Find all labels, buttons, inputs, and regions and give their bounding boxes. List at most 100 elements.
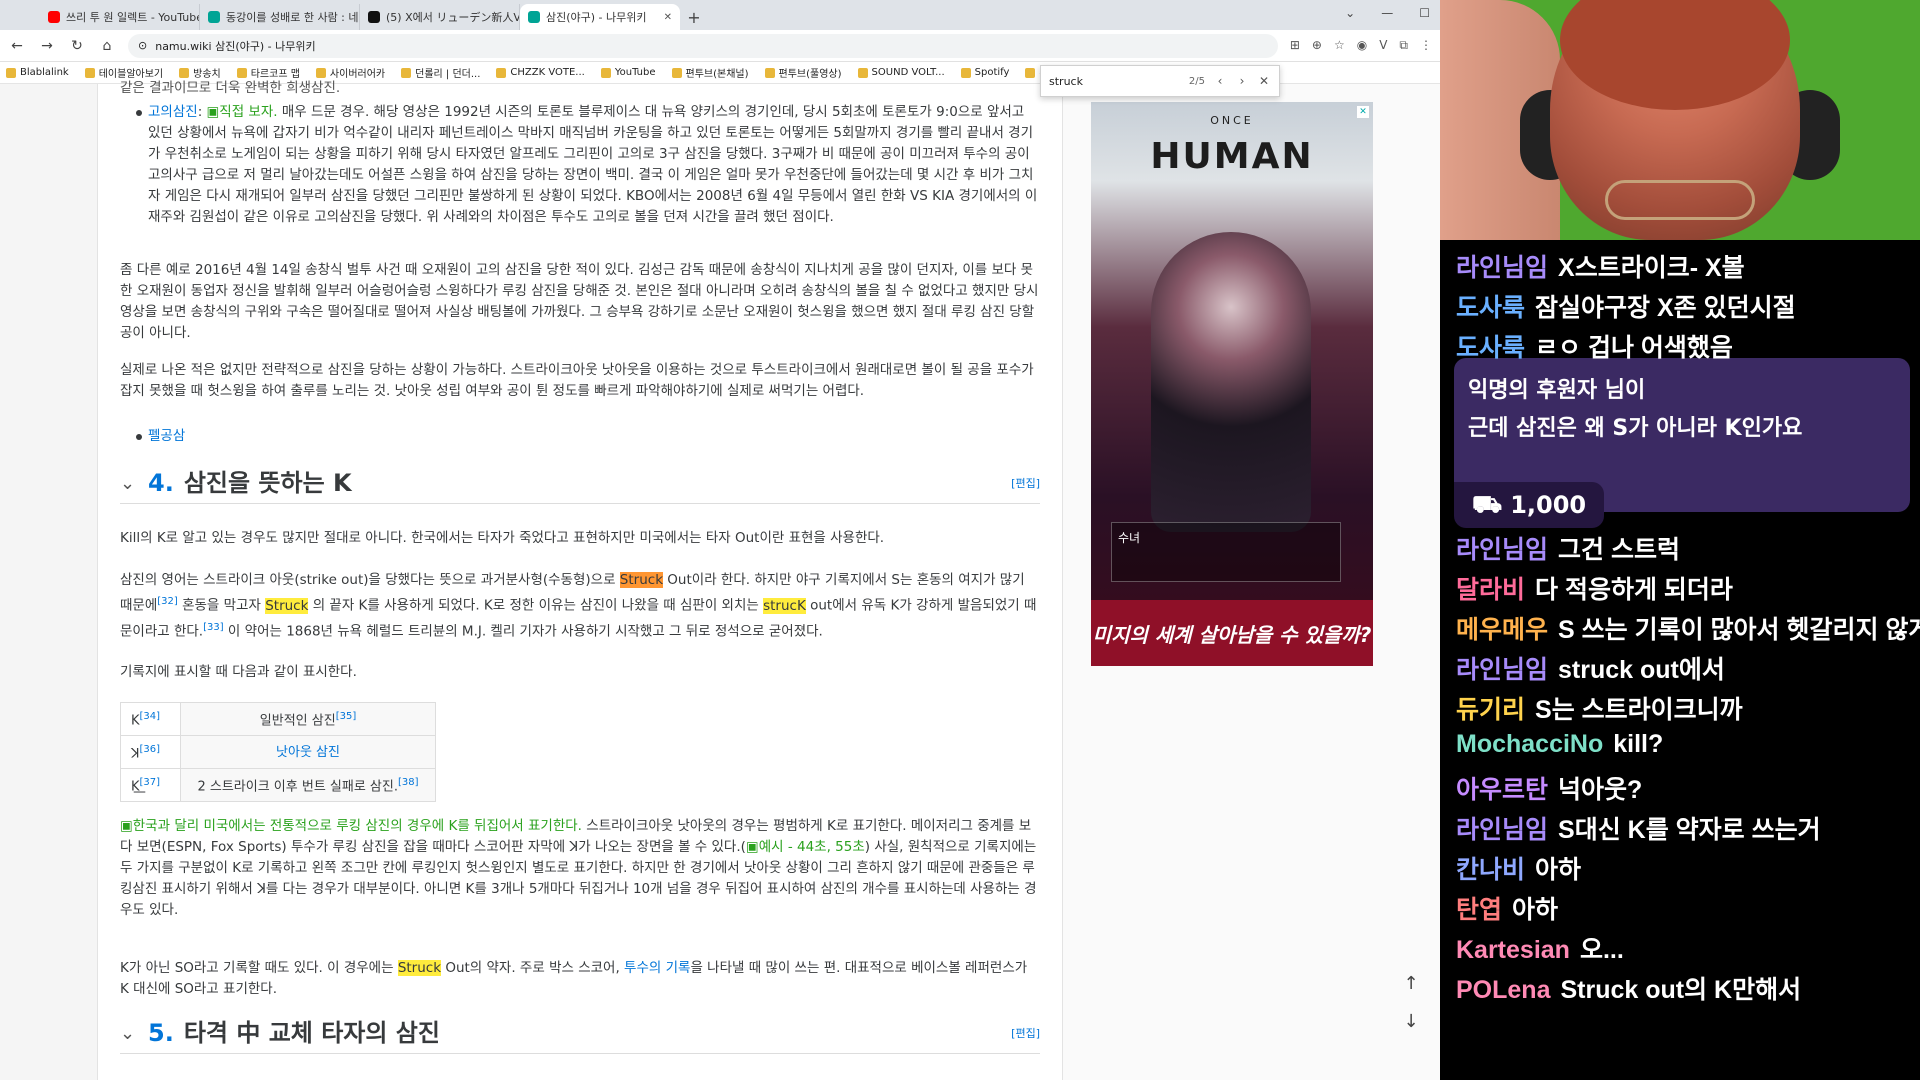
section-number[interactable]: 5. (148, 1021, 174, 1045)
chat-nickname[interactable]: MochacciNo (1456, 730, 1603, 758)
tab-x[interactable]: (5) X에서 リューデン新人Vtuber✕ (360, 4, 520, 30)
menu-icon[interactable]: ⋮ (1420, 38, 1432, 53)
section-number[interactable]: 4. (148, 471, 174, 495)
folder-icon (1025, 67, 1036, 78)
paragraph-so: K가 아닌 SO라고 기록할 때도 있다. 이 경우에는 Struck Out의… (120, 960, 1028, 997)
cheese-icon: ⛟ (1472, 489, 1503, 518)
advertisement[interactable]: ✕ ONCE HUMAN 수녀 미지의 세계 살아남을 수 있을까? (1091, 102, 1373, 666)
chat-text: 아하 (1512, 896, 1559, 924)
table-link[interactable]: 낫아웃 삼진 (276, 745, 340, 760)
table-cell-desc: 낫아웃 삼진 (180, 735, 436, 769)
puzzle-icon[interactable]: ⧉ (1399, 38, 1408, 53)
chat-message: 칸나비 아하 (1456, 850, 1581, 886)
maximize-icon[interactable]: ☐ (1419, 6, 1430, 20)
chat-message: 라인님임 그건 스트럭 (1456, 530, 1680, 566)
green-note[interactable]: ▣한국과 달리 미국에서는 전통적으로 루킹 삼진의 경우에 K를 뒤집어서 표… (120, 818, 582, 834)
table-cell-desc: 2 스트라이크 이후 번트 실패로 삼진.[38] (180, 768, 436, 802)
chat-nickname[interactable]: 아우르탄 (1456, 776, 1548, 804)
collapse-chevron-icon[interactable]: ⌄ (120, 1023, 138, 1044)
chat-nickname[interactable]: 라인님임 (1456, 254, 1548, 282)
chat-nickname[interactable]: POLena (1456, 976, 1550, 1004)
find-input[interactable]: struck (1049, 75, 1181, 88)
webcam-feed (1440, 0, 1920, 240)
chat-nickname[interactable]: 도사룩 (1456, 294, 1525, 322)
close-icon[interactable]: ✕ (664, 12, 672, 23)
article: 같은 결과이므로 더욱 완벽한 희생삼진. 고의삼진: ▣직접 보자. 매우 드… (120, 80, 1040, 1080)
chat-nickname[interactable]: 도사룩 (1456, 334, 1525, 362)
right-sidebar: ✕ ONCE HUMAN 수녀 미지의 세계 살아남을 수 있을까? ↑ ↓ (1062, 84, 1440, 1080)
chat-message: 도사룩 ㄹㅇ 겁나 어색했음 (1456, 328, 1733, 364)
forward-icon[interactable]: → (38, 38, 56, 54)
bookmark-item[interactable]: YouTube (600, 67, 656, 78)
chat-text: 잠실야구장 X존 있던시절 (1535, 294, 1796, 322)
section-title: 타격 中 교체 타자의 삼진 (183, 1019, 440, 1047)
footnote-ref[interactable]: [32] (157, 596, 178, 607)
paragraph-text: 매우 드문 경우. 해당 영상은 1992년 시즌의 토론토 블루제이스 대 뉴… (148, 104, 1038, 225)
folder-icon (764, 67, 775, 78)
zoom-icon[interactable]: ⊕ (1312, 38, 1322, 53)
namu-icon (208, 11, 220, 23)
scroll-down-icon[interactable]: ↓ (1398, 1008, 1424, 1034)
edit-link[interactable]: [편집] (1011, 473, 1040, 494)
tab-namu-1[interactable]: 동강이를 성배로 한 사람 : 네이✕ (200, 4, 360, 30)
bullet-link[interactable]: 펠공삼 (148, 426, 448, 447)
find-prev-icon[interactable]: ‹ (1213, 74, 1227, 88)
find-close-icon[interactable]: ✕ (1257, 74, 1271, 88)
home-icon[interactable]: ⌂ (98, 38, 116, 54)
edit-link[interactable]: [편집] (1011, 1023, 1040, 1044)
scroll-up-icon[interactable]: ↑ (1398, 970, 1424, 996)
chat-text: 그건 스트럭 (1558, 536, 1680, 564)
find-count: 2/5 (1188, 75, 1205, 87)
back-icon[interactable]: ← (8, 38, 26, 54)
collapse-chevron-icon[interactable]: ⌄ (120, 473, 138, 494)
minimize-icon[interactable]: — (1381, 6, 1393, 20)
chat-nickname[interactable]: 라인님임 (1456, 816, 1548, 844)
chat-nickname[interactable]: 달라비 (1456, 576, 1525, 604)
translate-icon[interactable]: ⊞ (1290, 38, 1300, 53)
ad-brand-top: ONCE (1210, 114, 1254, 127)
ad-hud: 수녀 (1111, 522, 1341, 582)
bookmark-star-icon[interactable]: ☆ (1334, 38, 1345, 53)
tab-bar: 쓰리 투 원 일렉트 - YouTube✕ 동강이를 성배로 한 사람 : 네이… (0, 0, 1440, 30)
chat-overlay: 익명의 후원자 님이 근데 삼진은 왜 S가 아니라 K인가요 ⛟ 1,000 라… (1440, 240, 1920, 1080)
folder-icon (236, 67, 247, 78)
tab-namu-active[interactable]: 삼진(야구) - 나무위키 ✕ (520, 4, 680, 30)
folder-icon (671, 67, 682, 78)
term-label[interactable]: 고의삼진 (148, 104, 198, 120)
find-highlight: strucK (763, 597, 806, 614)
table-row: ꓘ[36] 낫아웃 삼진 (120, 735, 436, 769)
bookmark-item[interactable]: CHZZK VOTE... (496, 67, 585, 78)
chat-nickname[interactable]: 메우메우 (1456, 616, 1548, 644)
chat-nickname[interactable]: 듀기리 (1456, 696, 1525, 724)
vpn-icon[interactable]: V (1379, 38, 1387, 53)
bookmark-item[interactable]: Spotify (960, 67, 1009, 78)
pitcher-record-link[interactable]: 투수의 기록 (624, 960, 690, 976)
example-link[interactable]: ▣예시 - 44초, 55초 (746, 839, 865, 855)
footnote-ref[interactable]: [33] (203, 622, 224, 633)
reload-icon[interactable]: ↻ (68, 38, 86, 54)
chat-text: S 쓰는 기록이 많아서 헷갈리지 않게 (1558, 616, 1920, 644)
site-info-icon[interactable]: ⊙ (138, 39, 147, 52)
chat-nickname[interactable]: 라인님임 (1456, 656, 1548, 684)
extension-icon[interactable]: ◉ (1357, 38, 1367, 53)
video-icon: ▣ (745, 839, 759, 855)
bookmark-item[interactable]: SOUND VOLT... (857, 67, 945, 78)
chat-nickname[interactable]: 칸나비 (1456, 856, 1525, 884)
find-next-icon[interactable]: › (1235, 74, 1249, 88)
chat-nickname[interactable]: 라인님임 (1456, 536, 1548, 564)
paragraph-table-intro: 기록지에 표시할 때 다음과 같이 표시한다. (120, 664, 357, 680)
video-icon: ▣ (206, 104, 220, 120)
video-link[interactable]: ▣직접 보자. (207, 104, 278, 120)
chat-nickname[interactable]: 탄엽 (1456, 896, 1502, 924)
new-tab-button[interactable]: + (680, 4, 708, 30)
chat-nickname[interactable]: Kartesian (1456, 936, 1570, 964)
tab-youtube[interactable]: 쓰리 투 원 일렉트 - YouTube✕ (40, 4, 200, 30)
chat-message: 도사룩 잠실야구장 X존 있던시절 (1456, 288, 1796, 324)
chat-message: Kartesian 오... (1456, 930, 1624, 966)
paragraph-intentional-strikeout: 고의삼진: ▣직접 보자. 매우 드문 경우. 해당 영상은 1992년 시즌의… (148, 104, 1038, 225)
chevron-down-icon[interactable]: ⌄ (1345, 6, 1355, 20)
url-field[interactable]: ⊙ namu.wiki 삼진(야구) - 나무위키 (128, 33, 1278, 58)
bookmark-item[interactable]: Blablalink (6, 67, 69, 78)
folder-icon (6, 67, 16, 78)
folder-icon (315, 67, 326, 78)
